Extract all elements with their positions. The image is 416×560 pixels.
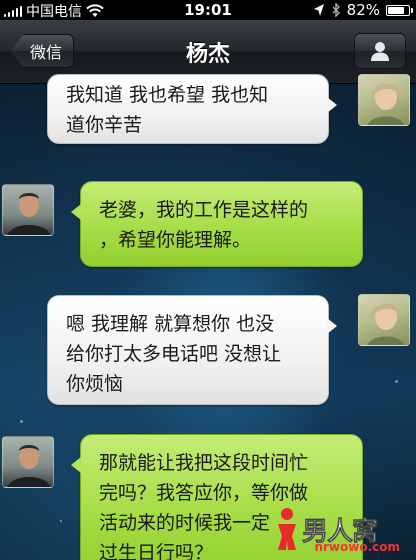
male-portrait-icon — [7, 445, 51, 487]
status-bar: 中国电信 19:01 82% — [0, 0, 416, 20]
message-bubble-incoming[interactable]: 老婆，我的工作是这样的 ，希望你能理解。 — [71, 181, 363, 267]
person-icon — [371, 42, 389, 61]
bluetooth-icon — [332, 3, 340, 17]
male-portrait-icon — [7, 193, 51, 235]
message-list[interactable]: 我知道 我也希望 我也知 道你辛苦 老婆，我的工作是这样的 ，希望你能理解。 嗯 — [0, 74, 416, 560]
figure-logo-icon — [278, 508, 296, 550]
chat-screen: 中国电信 19:01 82% 微信 杨杰 我知道 我也希望 我也知 道你辛苦 老… — [0, 0, 416, 560]
profile-button[interactable] — [354, 33, 406, 69]
avatar-male[interactable] — [2, 184, 54, 236]
message-text: 嗯 我理解 就算想你 也没 给你打太多电话吧 没想让 你烦恼 — [66, 313, 282, 395]
bubble-tail — [71, 457, 81, 473]
bubble-tail — [327, 318, 337, 334]
message-bubble-outgoing[interactable]: 嗯 我理解 就算想你 也没 给你打太多电话吧 没想让 你烦恼 — [47, 295, 337, 405]
female-portrait-icon — [367, 303, 405, 345]
female-portrait-icon — [367, 83, 405, 125]
battery-percent: 82% — [346, 1, 380, 19]
avatar-male[interactable] — [2, 436, 54, 488]
bubble-tail — [327, 97, 337, 113]
avatar-female[interactable] — [358, 294, 410, 346]
site-watermark: 男人窝 nrwowo.com — [272, 500, 410, 558]
message-bubble-outgoing[interactable]: 我知道 我也希望 我也知 道你辛苦 — [47, 74, 337, 144]
status-right: 82% — [313, 1, 413, 19]
battery-icon — [386, 4, 413, 16]
battery-fill — [388, 6, 405, 14]
location-arrow-icon — [313, 4, 324, 16]
bubble-tail — [71, 204, 81, 220]
watermark-url: nrwowo.com — [314, 540, 400, 554]
message-text: 老婆，我的工作是这样的 ，希望你能理解。 — [99, 199, 309, 251]
avatar-female[interactable] — [358, 74, 410, 126]
message-text: 我知道 我也希望 我也知 道你辛苦 — [66, 84, 269, 136]
